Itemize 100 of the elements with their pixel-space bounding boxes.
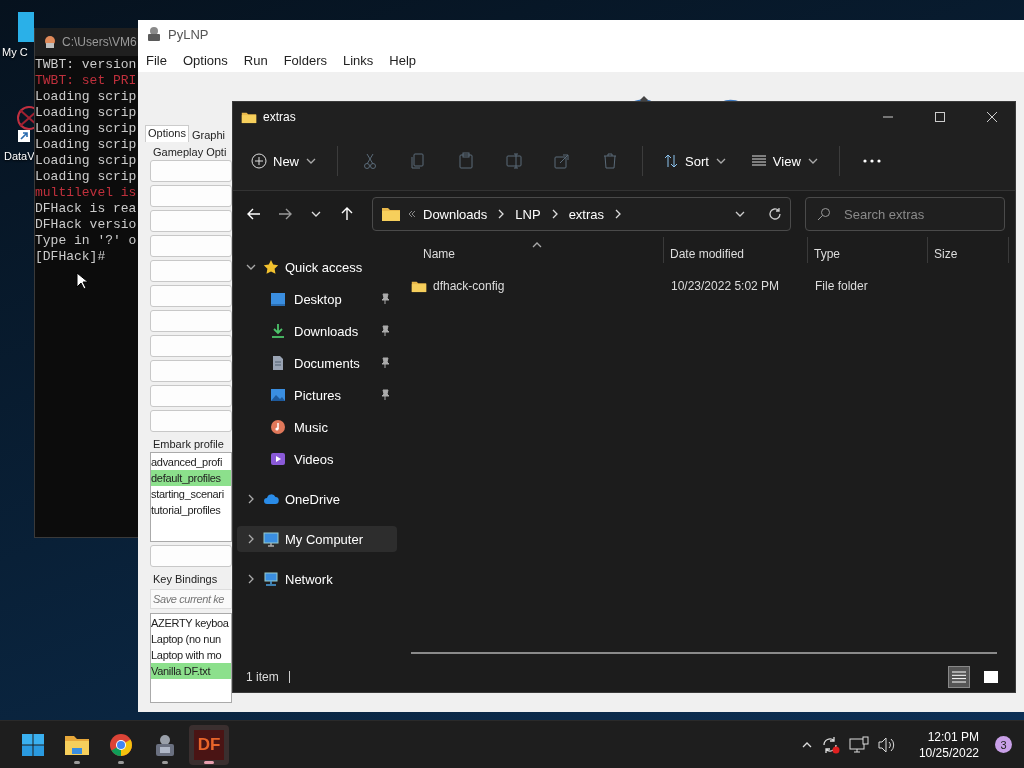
console-line: multilevel is	[35, 185, 137, 201]
menu-item[interactable]: Folders	[283, 52, 327, 68]
option-button[interactable]	[150, 160, 232, 182]
console-line: Loading scrip	[35, 169, 137, 185]
download-icon	[270, 323, 286, 339]
table-cell-text: File folder	[814, 279, 869, 293]
details-view-button[interactable]	[948, 666, 970, 688]
tab[interactable]: Options	[145, 125, 189, 142]
view-icon	[750, 153, 767, 169]
folder-icon	[381, 206, 401, 222]
console-line: TWBT: version	[35, 57, 137, 73]
option-button[interactable]	[150, 360, 232, 382]
breadcrumb[interactable]: extras	[568, 206, 605, 222]
computer-icon	[263, 531, 279, 547]
sync-icon[interactable]	[820, 735, 841, 754]
network-icon[interactable]	[848, 735, 869, 754]
maximize-icon	[935, 112, 945, 122]
console-line: Loading scrip	[35, 153, 137, 169]
option-button[interactable]	[150, 185, 232, 207]
close-icon	[987, 112, 997, 122]
list-item[interactable]: AZERTY keyboa	[151, 615, 231, 631]
pin-icon	[379, 325, 391, 337]
nav-item[interactable]: OneDrive	[237, 483, 397, 515]
nav-item[interactable]: Music	[237, 411, 397, 443]
nav-item[interactable]: My Computer	[237, 526, 397, 552]
table-cell-text: 10/23/2022 5:02 PM	[670, 279, 781, 293]
nav-item[interactable]: Documents	[237, 347, 397, 379]
list-item[interactable]: starting_scenari	[151, 486, 231, 502]
notification-badge[interactable]: 3	[995, 736, 1012, 753]
taskbar-app[interactable]: DF	[189, 724, 229, 765]
option-button[interactable]	[150, 545, 232, 567]
option-button[interactable]	[150, 260, 232, 282]
console-line: Loading scrip	[35, 137, 137, 153]
menu-item[interactable]: Links	[343, 52, 374, 68]
nav-item[interactable]: Desktop	[237, 283, 397, 315]
menu-item[interactable]: Run	[243, 52, 268, 68]
nav-item[interactable]: Pictures	[237, 379, 397, 411]
scrollbar[interactable]	[411, 652, 997, 654]
option-button[interactable]	[150, 385, 232, 407]
nav-item[interactable]: Downloads	[237, 315, 397, 347]
console-line: [DFHack]#	[35, 249, 106, 265]
console-line: DFHack is rea	[35, 201, 137, 217]
trash-icon	[601, 152, 619, 170]
option-button[interactable]	[150, 235, 232, 257]
search-field[interactable]: Search extras	[805, 197, 1005, 231]
list-item[interactable]: Laptop with mo	[151, 647, 231, 663]
list-item[interactable]: advanced_profi	[151, 454, 231, 470]
rename-icon	[505, 152, 523, 170]
app-icon	[43, 35, 57, 49]
column-header[interactable]: Date modified	[664, 237, 808, 263]
console-line: DFHack versio	[35, 217, 137, 233]
refresh-icon[interactable]	[768, 207, 782, 221]
column-header[interactable]: Type	[808, 237, 928, 263]
option-button[interactable]	[150, 210, 232, 232]
desktop-icon	[270, 291, 286, 307]
list-lines-icon	[952, 671, 966, 683]
list-item[interactable]: default_profiles	[151, 470, 231, 486]
clipboard-icon	[457, 152, 475, 170]
picture-icon	[270, 387, 286, 403]
monitor-icon[interactable]	[18, 12, 34, 44]
group-title: Gameplay Opti	[152, 145, 228, 160]
up-arrow-icon	[339, 207, 354, 221]
forward-arrow-icon	[278, 207, 293, 221]
folder-icon	[241, 110, 257, 124]
breadcrumb[interactable]: Downloads	[423, 206, 488, 222]
nav-item[interactable]: Network	[237, 563, 397, 595]
share-icon	[553, 152, 571, 170]
group-title: Key Bindings	[152, 572, 219, 587]
toolbar-button[interactable]: View	[742, 147, 827, 175]
list-item[interactable]: tutorial_profiles	[151, 502, 231, 518]
console-line: Loading scrip	[35, 105, 137, 121]
nav-item[interactable]: Quick access	[237, 251, 397, 283]
menu-item[interactable]: Help	[389, 52, 417, 68]
list-item[interactable]: Laptop (no nun	[151, 631, 231, 647]
menu-item[interactable]: File	[146, 52, 167, 68]
breadcrumb[interactable]: LNP	[515, 206, 541, 222]
toolbar-button[interactable]: New	[243, 147, 325, 175]
column-header[interactable]: Size	[928, 237, 1009, 263]
column-header[interactable]: Name	[411, 237, 664, 263]
app-icon	[146, 26, 162, 42]
folder-icon	[411, 279, 427, 293]
nav-item[interactable]: Videos	[237, 443, 397, 475]
menu-item[interactable]: Options	[182, 52, 228, 68]
option-button[interactable]	[150, 285, 232, 307]
option-button[interactable]	[150, 310, 232, 332]
address-bar[interactable]: Downloads LNP extras	[372, 197, 791, 231]
volume-icon[interactable]	[876, 735, 897, 754]
plus-icon	[251, 153, 267, 169]
window-title: extras	[263, 110, 297, 124]
desktop-icon-label: My C	[2, 46, 28, 58]
clock[interactable]: 12:01 PM 10/25/2022	[918, 728, 979, 761]
sort-icon	[663, 153, 679, 169]
option-button[interactable]	[150, 410, 232, 432]
toolbar-button[interactable]: Sort	[655, 147, 735, 175]
input-field[interactable]: Save current ke	[150, 589, 232, 609]
list-item[interactable]: Vanilla DF.txt	[151, 663, 231, 679]
file-name[interactable]: dfhack-config	[411, 279, 664, 293]
option-button[interactable]	[150, 335, 232, 357]
tab[interactable]: Graphi	[188, 127, 228, 142]
overflow-icon	[409, 211, 415, 217]
